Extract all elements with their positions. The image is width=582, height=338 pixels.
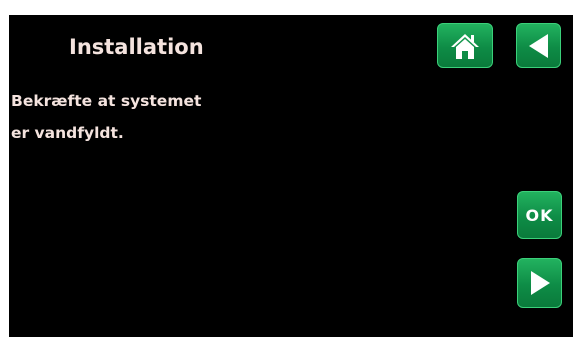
instruction-text: Bekræfte at systemet er vandfyldt. [11,85,341,149]
arrow-right-icon [527,269,553,297]
back-button[interactable] [516,23,561,68]
home-icon [450,32,480,60]
home-button[interactable] [437,23,493,68]
instruction-line-2: er vandfyldt. [11,124,124,142]
ok-button-label: OK [525,205,554,225]
next-button[interactable] [517,258,562,308]
ok-button[interactable]: OK [517,191,562,239]
instruction-line-1: Bekræfte at systemet [11,92,202,110]
device-frame: Installation Bekræfte at systemet er van… [0,0,582,338]
arrow-left-icon [526,32,552,60]
touch-screen: Installation Bekræfte at systemet er van… [9,15,573,337]
page-title: Installation [69,35,204,59]
